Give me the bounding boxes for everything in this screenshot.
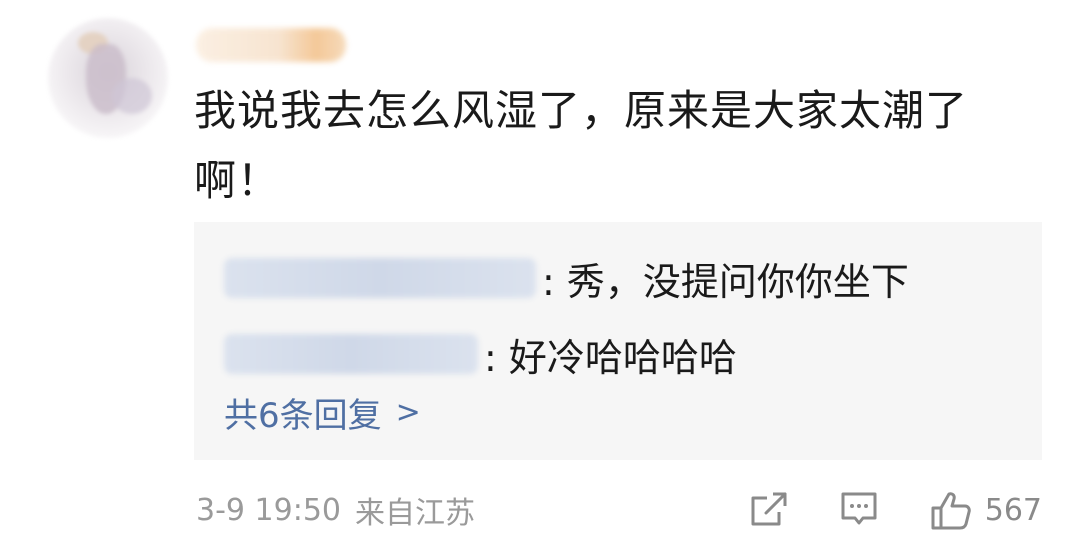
- comment-button[interactable]: [839, 490, 879, 530]
- thumbs-up-icon: [929, 488, 973, 532]
- comment-time: 3-9 19:50: [196, 492, 341, 528]
- comment-icon: [839, 490, 879, 530]
- reply-item[interactable]: : 好冷哈哈哈哈: [224, 326, 737, 382]
- like-button[interactable]: 567: [929, 488, 1042, 532]
- user-avatar[interactable]: [48, 18, 168, 138]
- share-button[interactable]: [749, 490, 789, 530]
- comment-card: 我说我去怎么风湿了，原来是大家太潮了啊！ : 秀，没提问你你坐下 : 好冷哈哈哈…: [0, 0, 1080, 543]
- comment-meta: 3-9 19:50 来自江苏: [196, 486, 475, 534]
- share-icon: [749, 490, 789, 530]
- comment-location: 来自江苏: [355, 496, 475, 531]
- more-replies-link[interactable]: 共6条回复 >: [224, 388, 421, 436]
- chevron-right-icon: >: [395, 394, 421, 430]
- reply-text: : 秀，没提问你你坐下: [542, 259, 909, 304]
- reply-item[interactable]: : 秀，没提问你你坐下: [224, 250, 909, 306]
- avatar-blur-shadow: [112, 78, 152, 114]
- blurred-username[interactable]: [196, 28, 346, 62]
- replies-box[interactable]: : 秀，没提问你你坐下 : 好冷哈哈哈哈 共6条回复 >: [194, 222, 1042, 460]
- comment-actions: 567: [749, 484, 1042, 536]
- blurred-reply-username[interactable]: [224, 334, 478, 374]
- more-replies-label: 共6条回复: [224, 395, 382, 436]
- like-count: 567: [984, 492, 1042, 528]
- blurred-reply-username[interactable]: [224, 258, 536, 298]
- reply-text: : 好冷哈哈哈哈: [484, 335, 737, 380]
- comment-text: 我说我去怎么风湿了，原来是大家太潮了啊！: [194, 86, 969, 205]
